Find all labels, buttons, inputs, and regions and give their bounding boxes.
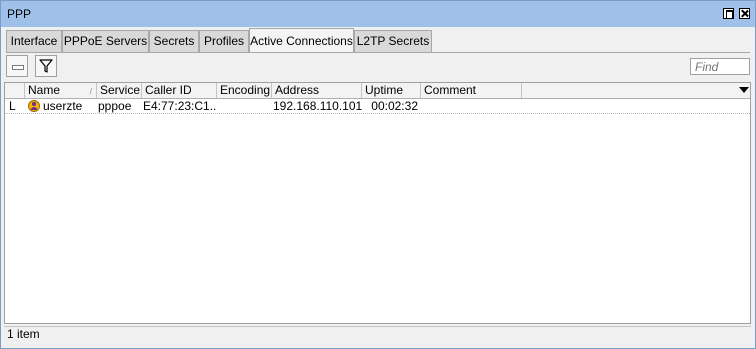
item-count: 1 item [7,327,40,341]
tab-profiles[interactable]: Profiles [199,30,249,52]
row-caller-id: E4:77:23:C1... [143,99,217,113]
column-menu-dropdown-icon[interactable] [739,87,749,93]
find-input[interactable] [690,58,750,75]
filter-icon [39,59,53,73]
row-name: userzte [43,99,83,113]
remove-button[interactable] [6,55,28,77]
window-title: PPP [7,7,32,21]
column-service[interactable]: Service [97,83,142,98]
status-bar: 1 item [4,326,751,342]
tab-secrets[interactable]: Secrets [149,30,199,52]
user-icon [28,100,40,112]
column-flags[interactable] [5,83,25,98]
column-comment[interactable]: Comment [421,83,522,98]
table-header: Name / Service Caller ID Encoding Addres… [5,83,750,99]
column-address[interactable]: Address [272,83,362,98]
row-service: pppoe [98,99,132,113]
filter-button[interactable] [35,55,57,77]
connections-table: Name / Service Caller ID Encoding Addres… [4,82,751,324]
row-encoding [218,99,272,113]
close-button[interactable] [739,8,750,19]
tab-pppoe-servers[interactable]: PPPoE Servers [62,30,149,52]
minus-icon [12,65,24,70]
column-caller-id[interactable]: Caller ID [142,83,217,98]
title-bar[interactable]: PPP [1,1,755,27]
tab-l2tp-secrets[interactable]: L2TP Secrets [354,30,432,52]
tab-interface[interactable]: Interface [6,30,62,52]
tab-active-connections[interactable]: Active Connections [249,28,354,52]
sort-indicator-icon: / [89,87,92,96]
row-uptime: 00:02:32 [371,99,418,113]
tab-divider [6,52,750,53]
maximize-button[interactable] [723,8,734,19]
column-uptime[interactable]: Uptime [362,83,421,98]
row-address: 192.168.110.101 [273,99,362,113]
row-comment [422,99,522,113]
table-row[interactable]: L userzte pppoe E4:77:23:C1... 192.168.1… [5,99,750,114]
column-encoding[interactable]: Encoding [217,83,272,98]
column-name-label: Name [28,83,61,97]
column-name[interactable]: Name / [25,83,97,98]
row-flag: L [9,99,16,113]
